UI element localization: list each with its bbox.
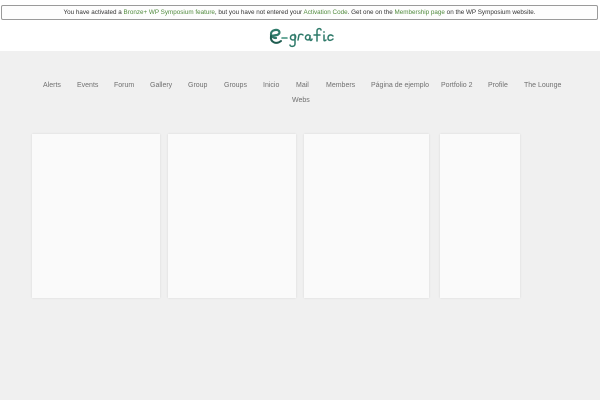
feature-link[interactable]: Bronze+ WP Symposium feature — [124, 9, 215, 16]
nav-item-group[interactable]: Group — [188, 81, 207, 91]
nav-item-webs[interactable]: Webs — [292, 96, 310, 106]
page: You have activated a Bronze+ WP Symposiu… — [0, 0, 600, 400]
nav-item-gallery[interactable]: Gallery — [150, 81, 172, 91]
notice-prefix: You have activated a — [63, 9, 124, 16]
nav-item-forum[interactable]: Forum — [114, 81, 134, 91]
nav-item-alerts[interactable]: Alerts — [43, 81, 61, 91]
portfolio-card[interactable] — [304, 134, 429, 298]
notice-middle: , but you have not entered your — [214, 9, 304, 16]
nav-item-events[interactable]: Events — [77, 81, 98, 91]
nav-item-groups[interactable]: Groups — [224, 81, 247, 91]
notice-middle2: . Get one on the — [347, 9, 395, 16]
nav-item-inicio[interactable]: Inicio — [263, 81, 279, 91]
activation-notice: You have activated a Bronze+ WP Symposiu… — [1, 5, 598, 20]
activation-code-link[interactable]: Activation Code — [304, 9, 348, 16]
notice-suffix: on the WP Symposium website. — [444, 9, 536, 16]
membership-page-link[interactable]: Membership page — [395, 9, 445, 16]
nav-item-mail[interactable]: Mail — [296, 81, 309, 91]
portfolio-card[interactable] — [168, 134, 296, 298]
site-logo[interactable] — [266, 26, 336, 48]
nav-item-members[interactable]: Members — [326, 81, 355, 91]
portfolio-card[interactable] — [440, 134, 520, 298]
e-grafic-logo-icon — [269, 27, 334, 48]
nav-item-portfolio-2[interactable]: Portfolio 2 — [441, 81, 473, 91]
header: You have activated a Bronze+ WP Symposiu… — [0, 0, 600, 51]
main-navigation: Alerts Events Forum Gallery Group Groups… — [0, 79, 600, 109]
nav-item-pagina-de-ejemplo[interactable]: Página de ejemplo — [371, 81, 429, 91]
nav-item-profile[interactable]: Profile — [488, 81, 508, 91]
portfolio-card[interactable] — [32, 134, 160, 298]
nav-item-the-lounge[interactable]: The Lounge — [524, 81, 561, 91]
